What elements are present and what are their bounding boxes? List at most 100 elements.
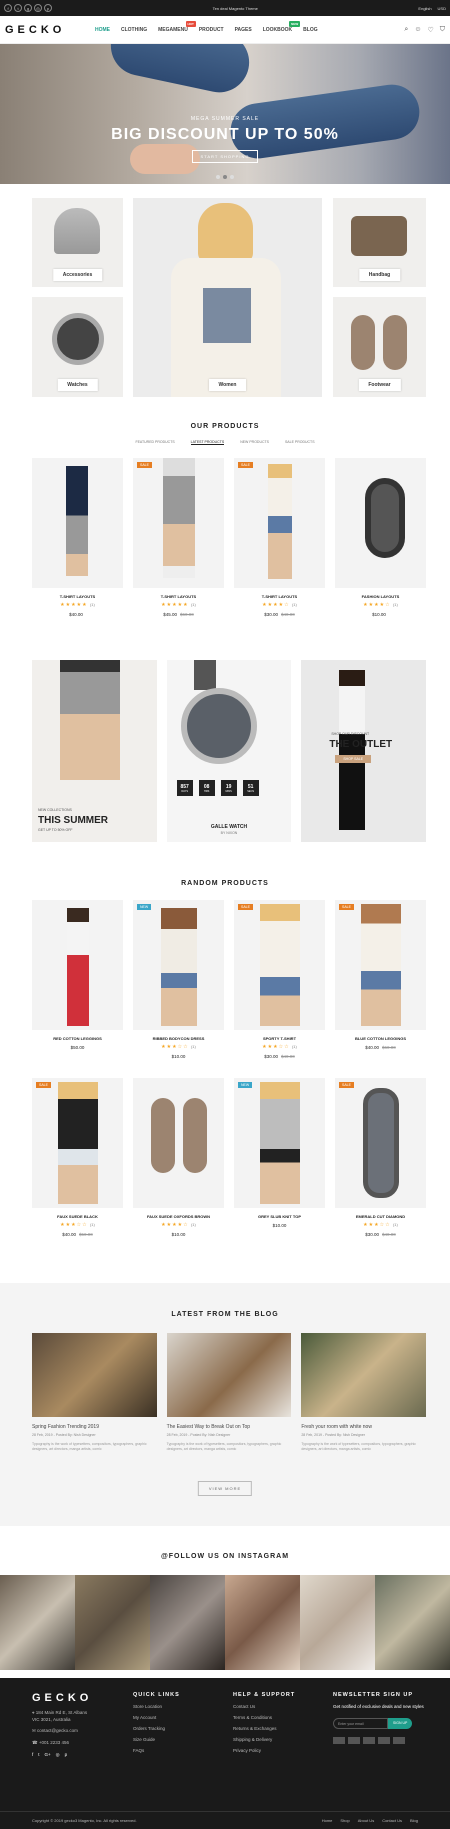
- product-image[interactable]: [133, 1078, 224, 1208]
- facebook-icon[interactable]: f: [4, 4, 12, 12]
- footer-bottom-link[interactable]: Shop: [340, 1818, 349, 1823]
- category-footwear[interactable]: Footwear: [333, 297, 426, 397]
- instagram-icon[interactable]: ◎: [56, 1752, 60, 1758]
- footer-bottom-link[interactable]: About Us: [358, 1818, 374, 1823]
- product-image[interactable]: SALE: [234, 458, 325, 588]
- instagram-photo[interactable]: [375, 1575, 450, 1670]
- footer-link[interactable]: Size Guide: [133, 1737, 180, 1742]
- instagram-photo[interactable]: [0, 1575, 75, 1670]
- footer-link[interactable]: My Account: [133, 1715, 180, 1720]
- product-image[interactable]: [32, 458, 123, 588]
- watch-banner[interactable]: 857 DAYS 08 HRS 19 MINS 51 SECS GALLE WATCH …: [166, 660, 292, 842]
- nav-home[interactable]: HOME: [95, 27, 110, 33]
- footer-phone[interactable]: ☎ +001 2233 456: [32, 1740, 92, 1746]
- product-card[interactable]: NEW RIBBED BODYCON DRESS ★★★☆☆ (1) $10.0…: [133, 900, 224, 1059]
- instagram-photo[interactable]: [150, 1575, 225, 1670]
- footer-link[interactable]: Shipping & Delivery: [233, 1737, 295, 1742]
- product-card[interactable]: SALE FAUX SUEDE BLACK ★★★☆☆ (1) $40.00 $5…: [32, 1078, 123, 1237]
- product-name[interactable]: FAUX SUEDE OXFORDS BROWN: [133, 1214, 224, 1219]
- product-card[interactable]: RED COTTON LEGGINGS $50.00: [32, 900, 123, 1059]
- googleplus-icon[interactable]: g: [24, 4, 32, 12]
- product-card[interactable]: T-SHIRT LAYOUTS ★★★★★ (1) $40.00: [32, 458, 123, 617]
- language-select[interactable]: English: [418, 6, 431, 11]
- instagram-icon[interactable]: ◎: [34, 4, 42, 12]
- product-image[interactable]: [335, 458, 426, 588]
- blog-image[interactable]: [166, 1333, 292, 1417]
- outlet-banner[interactable]: SHOP OUR DISCOUNT THE OUTLET SHOP SALE: [301, 660, 427, 842]
- product-card[interactable]: FASHION LAYOUTS ★★★★☆ (1) $10.00: [335, 458, 426, 617]
- blog-post-title[interactable]: The Easiest Way to Break Out on Top: [167, 1424, 292, 1430]
- pinterest-icon[interactable]: p: [65, 1752, 68, 1758]
- newsletter-signup-button[interactable]: SIGN UP: [388, 1718, 413, 1729]
- blog-post-title[interactable]: Spring Fashion Trending 2019: [32, 1424, 157, 1430]
- product-name[interactable]: GREY SLUB KNIT TOP: [234, 1214, 325, 1219]
- footer-bottom-link[interactable]: Contact Us: [382, 1818, 402, 1823]
- product-name[interactable]: RIBBED BODYCON DRESS: [133, 1036, 224, 1041]
- instagram-photo[interactable]: [75, 1575, 150, 1670]
- product-name[interactable]: T-SHIRT LAYOUTS: [234, 594, 325, 599]
- footer-link[interactable]: Returns & Exchanges: [233, 1726, 295, 1731]
- product-image[interactable]: SALE: [133, 458, 224, 588]
- product-name[interactable]: SPORTY T-SHIRT: [234, 1036, 325, 1041]
- category-handbag[interactable]: Handbag: [333, 198, 426, 287]
- tab-featured[interactable]: FEATURED PRODUCTS: [135, 440, 174, 445]
- footer-link[interactable]: Orders Tracking: [133, 1726, 180, 1731]
- nav-pages[interactable]: PAGES: [235, 27, 252, 33]
- nav-lookbook[interactable]: LOOKBOOK NEW: [263, 20, 301, 33]
- nav-clothing[interactable]: CLOTHING: [121, 27, 147, 33]
- footer-link[interactable]: Terms & Conditions: [233, 1715, 295, 1720]
- product-card[interactable]: FAUX SUEDE OXFORDS BROWN ★★★★☆ (1) $10.0…: [133, 1078, 224, 1237]
- wishlist-icon[interactable]: ♡: [427, 26, 433, 34]
- googleplus-icon[interactable]: G+: [45, 1752, 51, 1758]
- newsletter-email-input[interactable]: Enter your email: [333, 1718, 388, 1729]
- product-image[interactable]: SALE: [234, 900, 325, 1030]
- blog-post-title[interactable]: Fresh your room with white now: [301, 1424, 426, 1430]
- product-name[interactable]: BLUE COTTON LEGGINGS: [335, 1036, 426, 1041]
- product-name[interactable]: T-SHIRT LAYOUTS: [133, 594, 224, 599]
- footer-bottom-link[interactable]: Home: [322, 1818, 333, 1823]
- product-image[interactable]: SALE: [335, 1078, 426, 1208]
- currency-select[interactable]: USD: [438, 6, 446, 11]
- product-image[interactable]: [32, 900, 123, 1030]
- product-card[interactable]: SALE SPORTY T-SHIRT ★★★☆☆ (1) $30.00 $40.…: [234, 900, 325, 1059]
- footer-bottom-link[interactable]: Blog: [410, 1818, 418, 1823]
- slider-dot[interactable]: [230, 175, 234, 179]
- summer-banner[interactable]: NEW COLLECTIONS THIS SUMMER GET UP TO 50…: [32, 660, 157, 842]
- footer-logo[interactable]: GECKO: [32, 1692, 92, 1704]
- category-accessories[interactable]: Accessories: [32, 198, 123, 287]
- start-shopping-button[interactable]: START SHOPPING: [191, 150, 259, 163]
- product-card[interactable]: NEW GREY SLUB KNIT TOP $10.00: [234, 1078, 325, 1237]
- product-image[interactable]: NEW: [234, 1078, 325, 1208]
- instagram-photo[interactable]: [225, 1575, 300, 1670]
- shop-sale-button[interactable]: SHOP SALE: [335, 755, 372, 763]
- footer-link[interactable]: FAQs: [133, 1748, 180, 1753]
- product-name[interactable]: T-SHIRT LAYOUTS: [32, 594, 123, 599]
- view-more-button[interactable]: VIEW MORE: [197, 1481, 253, 1496]
- product-card[interactable]: SALE T-SHIRT LAYOUTS ★★★★☆ (1) $30.00 $40…: [234, 458, 325, 617]
- twitter-icon[interactable]: t: [38, 1752, 39, 1758]
- product-name[interactable]: FAUX SUEDE BLACK: [32, 1214, 123, 1219]
- nav-blog[interactable]: BLOG: [303, 27, 317, 33]
- nav-product[interactable]: PRODUCT: [199, 27, 224, 33]
- blog-post[interactable]: The Easiest Way to Break Out on Top 28 F…: [166, 1333, 292, 1452]
- footer-link[interactable]: Privacy Policy: [233, 1748, 295, 1753]
- facebook-icon[interactable]: f: [32, 1752, 33, 1758]
- product-image[interactable]: SALE: [32, 1078, 123, 1208]
- product-card[interactable]: SALE T-SHIRT LAYOUTS ★★★★★ (1) $45.00 $60…: [133, 458, 224, 617]
- instagram-photo[interactable]: [300, 1575, 375, 1670]
- blog-post[interactable]: Spring Fashion Trending 2019 28 Feb, 201…: [32, 1333, 157, 1452]
- product-name[interactable]: EMERALD CUT DIAMOND: [335, 1214, 426, 1219]
- footer-link[interactable]: Store Location: [133, 1704, 180, 1709]
- pinterest-icon[interactable]: p: [44, 4, 52, 12]
- user-icon[interactable]: ☺: [414, 26, 421, 34]
- product-image[interactable]: SALE: [335, 900, 426, 1030]
- footer-link[interactable]: Contact Us: [233, 1704, 295, 1709]
- category-women[interactable]: Women: [133, 198, 322, 397]
- tab-sale[interactable]: SALE PRODUCTS: [285, 440, 315, 445]
- search-icon[interactable]: ⌕: [404, 26, 408, 34]
- slider-dot[interactable]: [223, 175, 227, 179]
- logo[interactable]: GECKO: [5, 24, 95, 36]
- product-image[interactable]: NEW: [133, 900, 224, 1030]
- category-watches[interactable]: Watches: [32, 297, 123, 397]
- nav-megamenu[interactable]: MEGAMENU HOT: [158, 20, 196, 33]
